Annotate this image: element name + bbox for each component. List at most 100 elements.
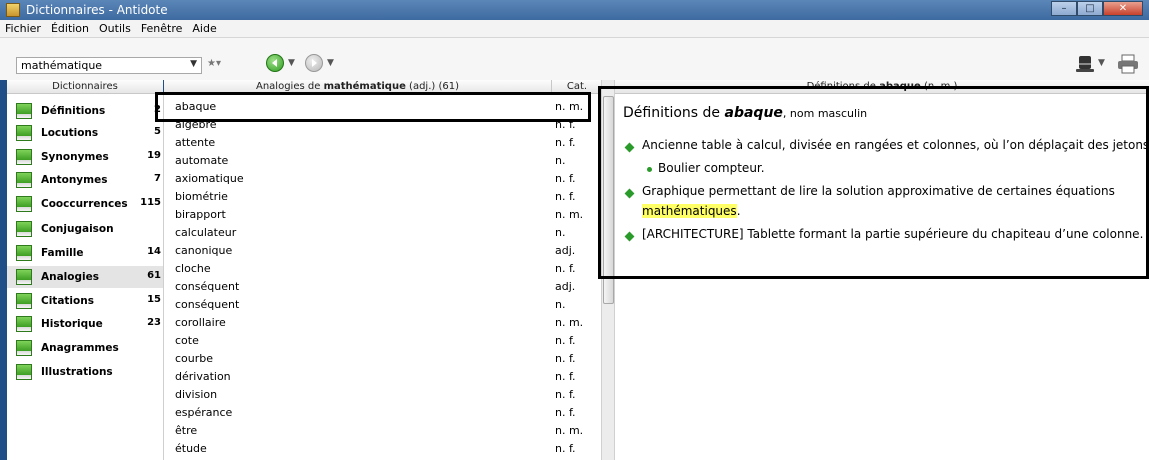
- analogy-row[interactable]: cote n. f.: [164, 332, 601, 350]
- book-icon: [16, 149, 32, 165]
- book-icon: [16, 364, 32, 380]
- search-input[interactable]: [17, 58, 171, 72]
- analogy-word: dérivation: [175, 370, 231, 383]
- dictionary-item[interactable]: Locutions 5: [7, 122, 163, 144]
- book-icon: [16, 196, 32, 212]
- dictionary-count: 23: [147, 317, 161, 328]
- menu-aide[interactable]: Aide: [187, 20, 221, 37]
- dropdown-icon[interactable]: ▼: [190, 59, 197, 69]
- analogy-row[interactable]: abaque n. m.: [164, 98, 601, 116]
- dictionary-item[interactable]: Illustrations: [7, 361, 163, 383]
- dictionary-count: 2: [154, 104, 161, 115]
- dictionary-list: Définitions 2 Locutions 5 Synonymes 19 Antonym…: [7, 94, 164, 460]
- analogy-category: n. f.: [555, 172, 576, 185]
- analogy-word: courbe: [175, 352, 214, 365]
- dictionary-count: 5: [154, 126, 161, 137]
- analogy-row[interactable]: étude n. f.: [164, 440, 601, 458]
- analogy-row[interactable]: canonique adj.: [164, 242, 601, 260]
- analogy-row[interactable]: biométrie n. f.: [164, 188, 601, 206]
- definition-3: [ARCHITECTURE] Tablette formant la parti…: [642, 227, 1144, 241]
- analogies-list: abaque n. m. algèbre n. f. attente n. f. autom…: [164, 94, 601, 460]
- highlighted-word[interactable]: mathématiques: [642, 204, 737, 218]
- analogy-word: axiomatique: [175, 172, 244, 185]
- scrollbar-thumb[interactable]: [603, 96, 614, 304]
- analogy-row[interactable]: algèbre n. f.: [164, 116, 601, 134]
- category-header[interactable]: Cat.: [551, 80, 602, 94]
- book-icon: [16, 125, 32, 141]
- star-icon[interactable]: ★▾: [207, 58, 221, 69]
- dictionaries-header: Dictionnaires: [7, 80, 163, 94]
- dictionary-label: Illustrations: [41, 366, 113, 378]
- book-icon: [16, 269, 32, 285]
- back-icon[interactable]: [266, 54, 284, 72]
- analogy-category: n. f.: [555, 136, 576, 149]
- minimize-button[interactable]: –: [1051, 1, 1077, 16]
- forward-icon[interactable]: [305, 54, 323, 72]
- definitions-header: Définitions de abaque (n. m.): [615, 80, 1149, 94]
- analogy-row[interactable]: division n. f.: [164, 386, 601, 404]
- dictionary-label: Locutions: [41, 127, 99, 139]
- dictionary-item[interactable]: Cooccurrences 115: [7, 193, 163, 215]
- analogy-row[interactable]: birapport n. m.: [164, 206, 601, 224]
- dictionary-item[interactable]: Historique 23: [7, 313, 163, 335]
- analogy-category: n. f.: [555, 334, 576, 347]
- book-icon: [16, 221, 32, 237]
- close-button[interactable]: ✕: [1103, 1, 1143, 16]
- menu-fenetre[interactable]: Fenêtre: [136, 20, 188, 37]
- analogy-row[interactable]: corollaire n. m.: [164, 314, 601, 332]
- analogy-word: être: [175, 424, 198, 437]
- dictionary-item[interactable]: Conjugaison: [7, 218, 163, 240]
- analogy-category: adj.: [555, 280, 576, 293]
- search-combobox[interactable]: ▼: [16, 57, 202, 74]
- analogy-row[interactable]: être n. m.: [164, 422, 601, 440]
- book-icon: [16, 293, 32, 309]
- dictionary-count: 15: [147, 294, 161, 305]
- definition-2-continued: mathématiques.: [642, 204, 741, 218]
- analogy-row[interactable]: calculateur n.: [164, 224, 601, 242]
- analogy-category: n. f.: [555, 406, 576, 419]
- dictionary-item[interactable]: Antonymes 7: [7, 169, 163, 191]
- definition-title: Définitions de abaque, nom masculin: [623, 105, 868, 121]
- definition-2: Graphique permettant de lire la solution…: [642, 184, 1115, 198]
- window-controls: – □ ✕: [1051, 1, 1143, 17]
- hat-icon[interactable]: [1076, 54, 1094, 74]
- dictionary-label: Synonymes: [41, 151, 109, 163]
- dictionary-item[interactable]: Analogies 61: [7, 266, 163, 288]
- dictionary-item[interactable]: Citations 15: [7, 290, 163, 312]
- analogy-row[interactable]: courbe n. f.: [164, 350, 601, 368]
- analogy-row[interactable]: axiomatique n. f.: [164, 170, 601, 188]
- menu-edition[interactable]: Édition: [46, 20, 94, 37]
- analogy-row[interactable]: espérance n. f.: [164, 404, 601, 422]
- analogy-row[interactable]: dérivation n. f.: [164, 368, 601, 386]
- forward-dropdown-icon[interactable]: ▼: [327, 58, 334, 68]
- analogy-word: birapport: [175, 208, 226, 221]
- book-icon: [16, 103, 32, 119]
- book-icon: [16, 245, 32, 261]
- analogy-category: n.: [555, 226, 566, 239]
- dictionary-item[interactable]: Définitions 2: [7, 100, 163, 122]
- analogy-row[interactable]: conséquent adj.: [164, 278, 601, 296]
- window-title: Dictionnaires - Antidote: [26, 3, 168, 17]
- maximize-button[interactable]: □: [1077, 1, 1103, 16]
- analogy-word: algèbre: [175, 118, 217, 131]
- menu-fichier[interactable]: Fichier: [0, 20, 46, 37]
- dictionary-item[interactable]: Famille 14: [7, 242, 163, 264]
- dictionary-item[interactable]: Anagrammes: [7, 337, 163, 359]
- analogy-row[interactable]: attente n. f.: [164, 134, 601, 152]
- dictionary-item[interactable]: Synonymes 19: [7, 146, 163, 168]
- analogy-row[interactable]: conséquent n.: [164, 296, 601, 314]
- subdefinition-dot-icon: [647, 167, 652, 172]
- analogy-category: n. f.: [555, 352, 576, 365]
- menu-outils[interactable]: Outils: [94, 20, 136, 37]
- analogy-row[interactable]: cloche n. f.: [164, 260, 601, 278]
- analogy-category: n. m.: [555, 208, 584, 221]
- definition-bullet-icon: [624, 188, 635, 199]
- hat-dropdown-icon[interactable]: ▼: [1098, 58, 1105, 68]
- analogy-word: corollaire: [175, 316, 226, 329]
- analogies-scrollbar[interactable]: [601, 80, 615, 460]
- dictionary-label: Famille: [41, 247, 84, 259]
- analogy-category: n. m.: [555, 316, 584, 329]
- print-icon[interactable]: [1117, 54, 1139, 74]
- analogy-row[interactable]: automate n.: [164, 152, 601, 170]
- back-dropdown-icon[interactable]: ▼: [288, 58, 295, 68]
